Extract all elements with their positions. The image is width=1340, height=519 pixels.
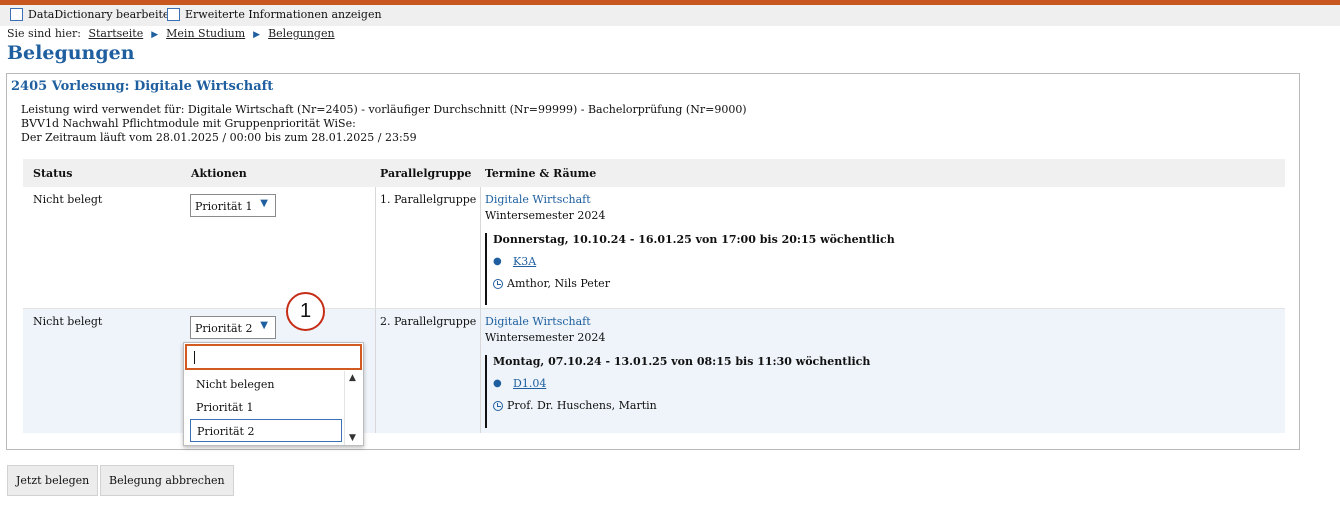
priority-select[interactable]: Priorität 2 ▼ [190,316,276,339]
lecturer-line: Amthor, Nils Peter [493,277,1185,290]
info-line: BVV1d Nachwahl Pflichtmodule mit Gruppen… [21,117,356,130]
table-row: Nicht belegt Priorität 1 ▼ 1. Parallelgr… [23,187,1285,309]
schedule-date: Montag, 07.10.24 - 13.01.25 von 08:15 bi… [493,355,871,368]
schedule-block: Montag, 07.10.24 - 13.01.25 von 08:15 bi… [485,355,1185,428]
breadcrumb: Sie sind hier: Startseite ▶ Mein Studium ▶ B… [7,27,335,40]
course-link[interactable]: Digitale Wirtschaft [485,315,591,328]
info-line: Leistung wird verwendet für: Digitale Wi… [21,103,747,116]
clock-icon [493,278,503,289]
erweiterte-info-label: Erweiterte Informationen anzeigen [185,8,382,21]
room-line: ● K3A [493,255,1185,268]
chevron-up-icon[interactable]: ▲ [349,373,356,383]
location-pin-icon: ● [493,256,502,267]
chevron-down-icon[interactable]: ▼ [349,433,356,443]
header-status: Status [33,167,73,180]
group-cell: 1. Parallelgruppe [380,193,477,206]
room-line: ● D1.04 [493,377,1185,390]
datadictionary-checkbox[interactable]: DataDictionary bearbeiten [10,8,176,21]
erweiterte-info-checkbox[interactable]: Erweiterte Informationen anzeigen [167,8,382,21]
dropdown-scrollbar[interactable]: ▲ ▼ [344,371,362,445]
step-marker: 1 [286,292,325,331]
breadcrumb-belegungen[interactable]: Belegungen [268,27,334,40]
breadcrumb-mein-studium[interactable]: Mein Studium [166,27,245,40]
semester-text: Wintersemester 2024 [485,209,606,222]
status-cell: Nicht belegt [33,315,103,328]
schedule-block: Donnerstag, 10.10.24 - 16.01.25 von 17:0… [485,233,1185,305]
options-bar: DataDictionary bearbeiten Erweiterte Inf… [0,5,1340,26]
breadcrumb-prefix: Sie sind hier: [7,27,81,40]
column-divider [375,309,376,433]
lecturer-line: Prof. Dr. Huschens, Martin [493,399,1185,412]
column-divider [375,187,376,308]
clock-icon [493,400,503,411]
priority-select[interactable]: Priorität 1 ▼ [190,194,276,217]
breadcrumb-startseite[interactable]: Startseite [88,27,143,40]
location-pin-icon: ● [493,378,502,389]
lecturer-name: Prof. Dr. Huschens, Martin [507,399,657,412]
checkbox-box[interactable] [10,8,23,21]
option-nicht-belegen[interactable]: Nicht belegen [190,373,342,396]
status-cell: Nicht belegt [33,193,103,206]
option-prioritaet-1[interactable]: Priorität 1 [190,396,342,419]
dropdown-options: Nicht belegen Priorität 1 Priorität 2 [190,373,342,442]
column-divider [480,187,481,308]
room-link[interactable]: D1.04 [513,377,546,390]
course-link[interactable]: Digitale Wirtschaft [485,193,591,206]
chevron-down-icon: ▼ [260,198,268,209]
header-aktionen: Aktionen [191,167,247,180]
header-termine: Termine & Räume [485,167,597,180]
termine-cell: Digitale Wirtschaft Wintersemester 2024 … [485,193,895,305]
termine-cell: Digitale Wirtschaft Wintersemester 2024 … [485,315,870,428]
option-prioritaet-2[interactable]: Priorität 2 [190,419,342,442]
schedule-date: Donnerstag, 10.10.24 - 16.01.25 von 17:0… [493,233,895,246]
course-info: Leistung wird verwendet für: Digitale Wi… [21,103,747,145]
chevron-right-icon: ▶ [253,30,261,40]
chevron-right-icon: ▶ [151,30,159,40]
column-divider [480,309,481,433]
group-cell: 2. Parallelgruppe [380,315,477,328]
text-caret [194,351,195,364]
page-title: Belegungen [7,42,135,64]
lecturer-name: Amthor, Nils Peter [507,277,610,290]
chevron-down-icon: ▼ [260,320,268,331]
header-parallelgruppe: Parallelgruppe [380,167,472,180]
checkbox-box[interactable] [167,8,180,21]
priority-value: Priorität 2 [195,322,253,335]
jetzt-belegen-button[interactable]: Jetzt belegen [7,465,99,496]
dropdown-search-input[interactable] [185,344,362,370]
belegung-abbrechen-button[interactable]: Belegung abbrechen [100,465,234,496]
room-link[interactable]: K3A [513,255,536,268]
table-header: Status Aktionen Parallelgruppe Termine &… [23,159,1285,187]
semester-text: Wintersemester 2024 [485,331,606,344]
priority-value: Priorität 1 [195,200,253,213]
info-line: Der Zeitraum läuft vom 28.01.2025 / 00:0… [21,131,417,144]
course-title: 2405 Vorlesung: Digitale Wirtschaft [11,79,274,94]
priority-dropdown: Nicht belegen Priorität 1 Priorität 2 ▲ … [183,342,364,446]
datadictionary-label: DataDictionary bearbeiten [28,8,177,21]
